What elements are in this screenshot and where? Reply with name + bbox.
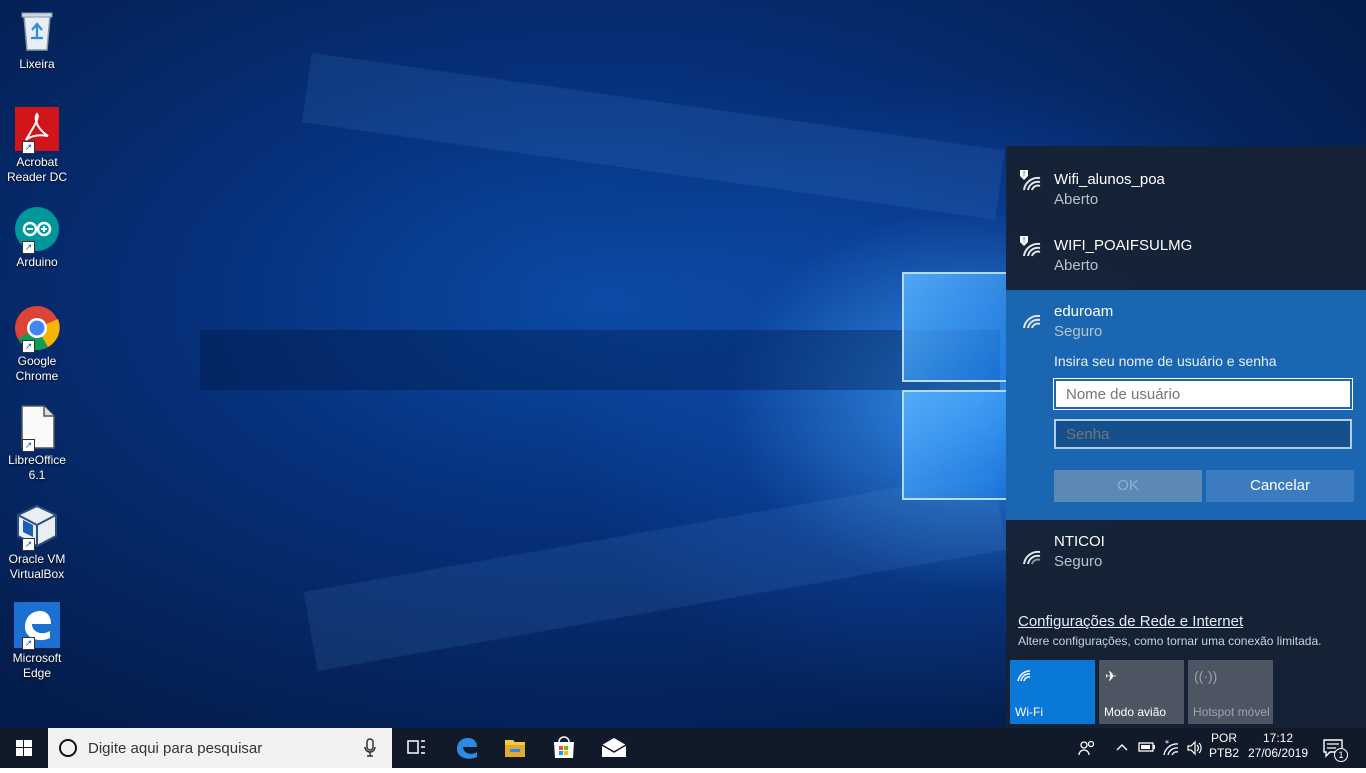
- arduino-icon: ↗: [14, 206, 60, 254]
- keyboard-layout: PTB2: [1208, 746, 1239, 760]
- desktop-icon-label: Acrobat Reader DC: [6, 155, 68, 184]
- desktop-icon-arduino[interactable]: ↗ Arduino: [4, 206, 70, 270]
- desktop-icon-edge[interactable]: ↗ Microsoft Edge: [4, 602, 70, 681]
- svg-text:!: !: [1023, 170, 1026, 178]
- windows-start-icon: [16, 740, 32, 756]
- task-view-icon: [407, 740, 425, 754]
- clock-date: 27/06/2019: [1247, 746, 1309, 760]
- recycle-bin-icon: [14, 8, 60, 54]
- desktop-icon-chrome[interactable]: ↗ Google Chrome: [4, 305, 70, 384]
- network-name: Wifi_alunos_poa: [1054, 171, 1165, 188]
- chrome-icon: ↗: [14, 305, 60, 353]
- taskbar-store-button[interactable]: [540, 728, 588, 768]
- desktop-icon-label: LibreOffice 6.1: [8, 453, 66, 482]
- network-name: NTICOI: [1054, 533, 1105, 550]
- store-icon: [554, 736, 574, 758]
- desktop-icon-libreoffice[interactable]: ↗ LibreOffice 6.1: [4, 404, 70, 483]
- quick-action-label: Modo avião: [1104, 705, 1167, 719]
- desktop-icon-recycle-bin[interactable]: Lixeira: [4, 8, 70, 72]
- volume-icon[interactable]: [1186, 740, 1204, 759]
- network-status: Seguro: [1054, 323, 1103, 340]
- input-language-indicator[interactable]: POR PTB2: [1208, 731, 1240, 761]
- desktop-icon-virtualbox[interactable]: ↗ Oracle VM VirtualBox: [4, 503, 70, 582]
- quick-action-label: Hotspot móvel: [1193, 705, 1270, 719]
- network-settings-link[interactable]: Configurações de Rede e Internet: [1018, 613, 1243, 630]
- svg-text:!: !: [1023, 236, 1026, 244]
- cancel-button[interactable]: Cancelar: [1206, 470, 1354, 502]
- network-item[interactable]: ! WIFI_POAIFSULMG Aberto: [1006, 212, 1366, 278]
- task-view-button[interactable]: [392, 728, 440, 768]
- show-hidden-icons-chevron-icon[interactable]: [1116, 740, 1128, 757]
- quick-action-wifi[interactable]: Wi-Fi: [1010, 660, 1095, 724]
- network-name: eduroam: [1054, 303, 1114, 320]
- svg-text:*: *: [1165, 740, 1169, 748]
- quick-action-label: Wi-Fi: [1015, 705, 1043, 719]
- desktop-icon-label: Google Chrome: [15, 354, 59, 383]
- network-status: Seguro: [1054, 553, 1103, 570]
- desktop: Lixeira ↗ Acrobat Reader DC ↗ Arduino ↗ …: [0, 0, 1366, 728]
- microphone-icon[interactable]: [364, 738, 376, 763]
- wifi-icon: [1016, 668, 1032, 685]
- desktop-icon-label: Lixeira: [19, 57, 55, 71]
- light-beam: [301, 52, 1005, 220]
- wifi-signal-open-icon: !: [1020, 236, 1041, 257]
- desktop-icon-acrobat[interactable]: ↗ Acrobat Reader DC: [4, 106, 70, 185]
- notification-count-badge: 1: [1334, 748, 1348, 762]
- ok-button[interactable]: OK: [1054, 470, 1202, 502]
- shortcut-arrow-icon: ↗: [22, 538, 35, 551]
- shortcut-arrow-icon: ↗: [22, 141, 35, 154]
- language-code: POR: [1210, 731, 1237, 745]
- network-name: WIFI_POAIFSULMG: [1054, 237, 1193, 254]
- hotspot-icon: ((·)): [1194, 668, 1218, 684]
- shortcut-arrow-icon: ↗: [22, 439, 35, 452]
- light-beam: [200, 330, 1000, 390]
- wifi-signal-icon: [1023, 550, 1041, 565]
- shortcut-arrow-icon: ↗: [22, 241, 35, 254]
- network-status: Aberto: [1054, 191, 1099, 208]
- quick-action-airplane[interactable]: ✈ Modo avião: [1099, 660, 1184, 724]
- action-center-button[interactable]: 1: [1322, 738, 1348, 763]
- password-input[interactable]: [1054, 419, 1352, 449]
- credential-prompt: Insira seu nome de usuário e senha: [1054, 353, 1277, 369]
- edge-icon: ↗: [14, 602, 60, 650]
- people-icon[interactable]: [1078, 740, 1096, 759]
- wifi-signal-open-icon: !: [1020, 170, 1041, 191]
- windows-logo-graphic: [900, 270, 1006, 502]
- virtualbox-icon: ↗: [14, 503, 60, 551]
- network-status: Aberto: [1054, 257, 1099, 274]
- edge-icon: [457, 738, 477, 759]
- shortcut-arrow-icon: ↗: [22, 340, 35, 353]
- battery-icon[interactable]: [1138, 740, 1156, 757]
- airplane-icon: ✈: [1105, 668, 1117, 684]
- network-settings-description: Altere configurações, como tornar uma co…: [1018, 634, 1322, 648]
- file-explorer-icon: [505, 740, 525, 757]
- desktop-icon-label: Microsoft Edge: [12, 651, 62, 680]
- mail-icon: [601, 738, 627, 757]
- shortcut-arrow-icon: ↗: [22, 637, 35, 650]
- desktop-icon-label: Oracle VM VirtualBox: [8, 552, 66, 581]
- acrobat-icon: ↗: [14, 106, 60, 154]
- network-tray-icon[interactable]: *: [1162, 739, 1180, 759]
- username-input[interactable]: [1053, 378, 1353, 410]
- desktop-icon-label: Arduino: [16, 255, 58, 269]
- taskbar: Digite aqui para pesquisar * POR PTB2 17…: [0, 728, 1366, 768]
- clock[interactable]: 17:12 27/06/2019: [1246, 731, 1310, 761]
- network-item[interactable]: NTICOI Seguro: [1006, 520, 1366, 586]
- taskbar-search-box[interactable]: Digite aqui para pesquisar: [48, 728, 392, 768]
- clock-time: 17:12: [1262, 731, 1294, 745]
- taskbar-mail-button[interactable]: [590, 728, 638, 768]
- cortana-icon: [59, 739, 77, 757]
- network-item[interactable]: ! Wifi_alunos_poa Aberto: [1006, 146, 1366, 212]
- search-placeholder: Digite aqui para pesquisar: [88, 740, 263, 757]
- libreoffice-icon: ↗: [14, 404, 60, 452]
- start-button[interactable]: [0, 728, 48, 768]
- quick-action-hotspot[interactable]: ((·)) Hotspot móvel: [1188, 660, 1273, 724]
- taskbar-explorer-button[interactable]: [491, 728, 539, 768]
- taskbar-edge-button[interactable]: [443, 728, 491, 768]
- network-flyout: ! Wifi_alunos_poa Aberto ! WIFI_POAIFSUL…: [1006, 146, 1366, 728]
- wifi-signal-icon: [1023, 314, 1041, 329]
